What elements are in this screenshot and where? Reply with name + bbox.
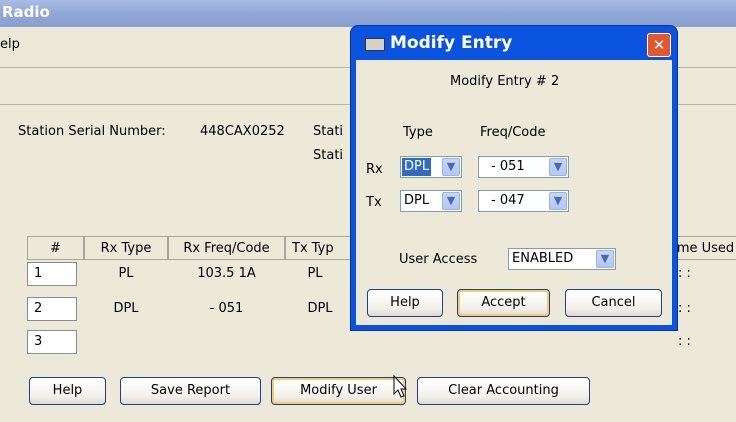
window-title-bar[interactable]: Radio [0,0,736,27]
column-header-tx-type[interactable]: Tx Typ [285,236,355,260]
table-cell-time-used: : : [678,301,691,316]
dialog-subtitle: Modify Entry # 2 [450,74,560,89]
cancel-button[interactable]: Cancel [565,289,662,317]
chevron-down-icon[interactable]: ▼ [549,158,567,176]
user-access-value: ENABLED [512,251,574,266]
column-header-rx-type[interactable]: Rx Type [84,236,168,260]
rx-type-select[interactable]: DPL ▼ [400,156,462,178]
dialog-help-button[interactable]: Help [367,289,443,317]
station-label: Stati [313,124,344,139]
tx-label: Tx [366,195,382,210]
station-serial-value: 448CAX0252 [200,124,285,139]
table-cell-rx-freq: 103.5 1A [197,266,256,281]
modify-user-button[interactable]: Modify User [271,377,406,405]
help-button[interactable]: Help [29,377,106,405]
menu-help[interactable]: elp [0,37,20,52]
table-cell-tx-type: DPL [307,301,333,316]
tx-type-value: DPL [404,193,430,208]
tx-code-select[interactable]: - 047 ▼ [478,190,569,212]
station-label: Stati [313,148,344,163]
chevron-down-icon[interactable]: ▼ [596,250,614,268]
clear-accounting-button[interactable]: Clear Accounting [417,377,590,405]
close-icon[interactable]: ✕ [647,33,671,57]
freq-code-column-label: Freq/Code [480,125,546,140]
window-title: Radio [2,3,50,21]
rx-code-value: - 051 [491,159,525,174]
rx-code-select[interactable]: - 051 ▼ [478,156,569,178]
chevron-down-icon[interactable]: ▼ [442,158,460,176]
table-row-number[interactable]: 2 [27,297,77,321]
table-row-number[interactable]: 1 [27,262,77,286]
table-cell-rx-freq: - 051 [209,301,244,316]
chevron-down-icon[interactable]: ▼ [549,192,567,210]
rx-type-value: DPL [402,158,432,176]
chevron-down-icon[interactable]: ▼ [442,192,460,210]
dialog-title: Modify Entry [390,33,513,53]
table-row-number[interactable]: 3 [27,330,77,354]
column-header-number[interactable]: # [27,236,84,260]
column-header-rx-freq[interactable]: Rx Freq/Code [168,236,285,260]
rx-label: Rx [366,162,383,177]
mouse-pointer-icon [393,375,408,398]
table-cell-rx-type: PL [118,266,134,281]
tx-code-value: - 047 [491,193,525,208]
user-access-select[interactable]: ENABLED ▼ [508,248,616,270]
accept-button[interactable]: Accept [457,289,550,317]
user-access-label: User Access [399,252,478,267]
column-header-time-used[interactable]: me Used [674,236,736,260]
station-serial-label: Station Serial Number: [18,124,166,139]
table-cell-time-used: : : [678,334,691,349]
tx-type-select[interactable]: DPL ▼ [400,190,462,212]
type-column-label: Type [403,125,433,140]
table-cell-tx-type: PL [307,266,323,281]
table-cell-time-used: : : [678,266,691,281]
table-cell-rx-type: DPL [113,301,139,316]
save-report-button[interactable]: Save Report [120,377,261,405]
window-icon [365,38,385,51]
